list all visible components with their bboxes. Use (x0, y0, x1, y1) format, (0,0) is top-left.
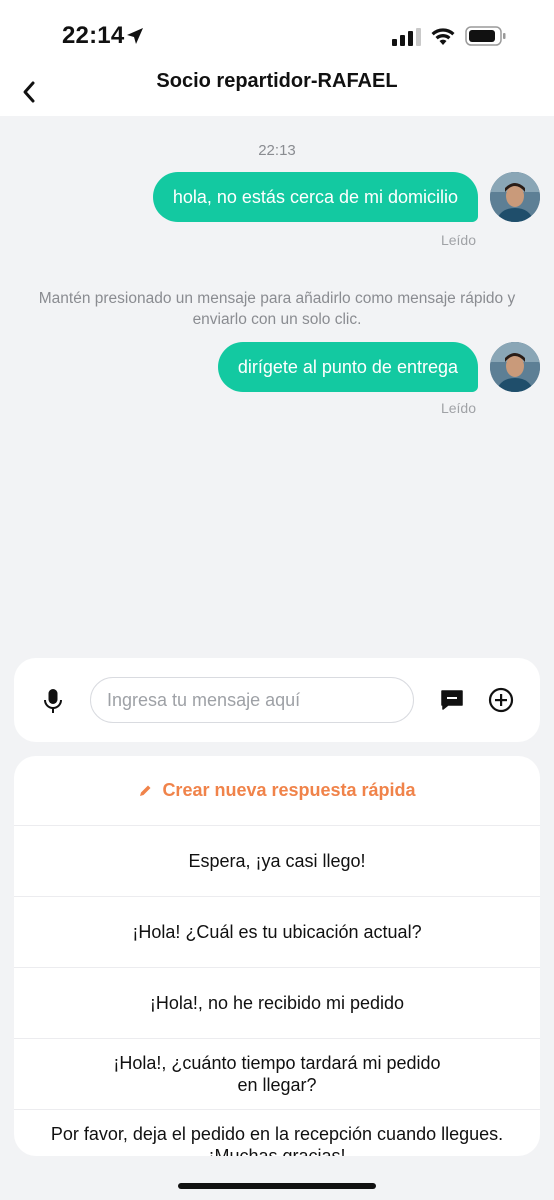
create-quick-reply-label: Crear nueva respuesta rápida (162, 780, 416, 800)
status-time: 22:14 (62, 22, 125, 49)
pencil-icon (140, 785, 151, 796)
read-receipt: Leído (440, 400, 476, 416)
message-bubble[interactable]: dirígete al punto de entrega (217, 342, 478, 392)
quick-message-hint: Mantén presionado un mensaje para añadir… (38, 290, 516, 328)
quick-reply-item[interactable]: ¡Hola! ¿Cuál es tu ubicación actual? (14, 897, 540, 968)
cellular-signal-icon (392, 28, 421, 46)
avatar (490, 342, 540, 392)
page-title: Socio repartidor-RAFAEL (156, 70, 398, 92)
quick-reply-icon[interactable] (440, 689, 464, 711)
quick-replies-panel: Crear nueva respuesta rápida Espera, ¡ya… (14, 756, 540, 1156)
message-bubble[interactable]: hola, no estás cerca de mi domicilio (152, 172, 478, 222)
location-arrow-icon (127, 28, 143, 44)
read-receipt: Leído (440, 232, 476, 248)
avatar-photo-icon (490, 172, 540, 222)
create-quick-reply-button[interactable]: Crear nueva respuesta rápida (14, 756, 540, 826)
wifi-icon (431, 28, 455, 45)
message-timestamp: 22:13 (258, 142, 296, 159)
chat-header: Socio repartidor-RAFAEL (0, 70, 554, 116)
avatar (490, 172, 540, 222)
home-indicator[interactable] (178, 1183, 376, 1189)
chat-screen: 22:14 Socio repartidor-RAFAEL 22:13 hola… (0, 0, 554, 1200)
quick-reply-item[interactable]: Por favor, deja el pedido en la recepció… (14, 1110, 540, 1156)
message-row: hola, no estás cerca de mi domicilio (152, 172, 540, 222)
message-input[interactable] (90, 677, 414, 723)
quick-reply-item[interactable]: ¡Hola!, ¿cuánto tiempo tardará mi pedido… (14, 1039, 540, 1110)
message-composer (14, 658, 540, 742)
chat-area[interactable]: 22:13 hola, no estás cerca de mi domicil… (0, 116, 554, 656)
microphone-icon[interactable] (42, 688, 64, 714)
avatar-photo-icon (490, 342, 540, 392)
quick-reply-item[interactable]: Espera, ¡ya casi llego! (14, 826, 540, 897)
plus-circle-icon[interactable] (488, 687, 514, 713)
quick-reply-item[interactable]: ¡Hola!, no he recibido mi pedido (14, 968, 540, 1039)
battery-icon (465, 26, 506, 46)
status-bar: 22:14 (0, 0, 554, 74)
message-row: dirígete al punto de entrega (217, 342, 540, 392)
